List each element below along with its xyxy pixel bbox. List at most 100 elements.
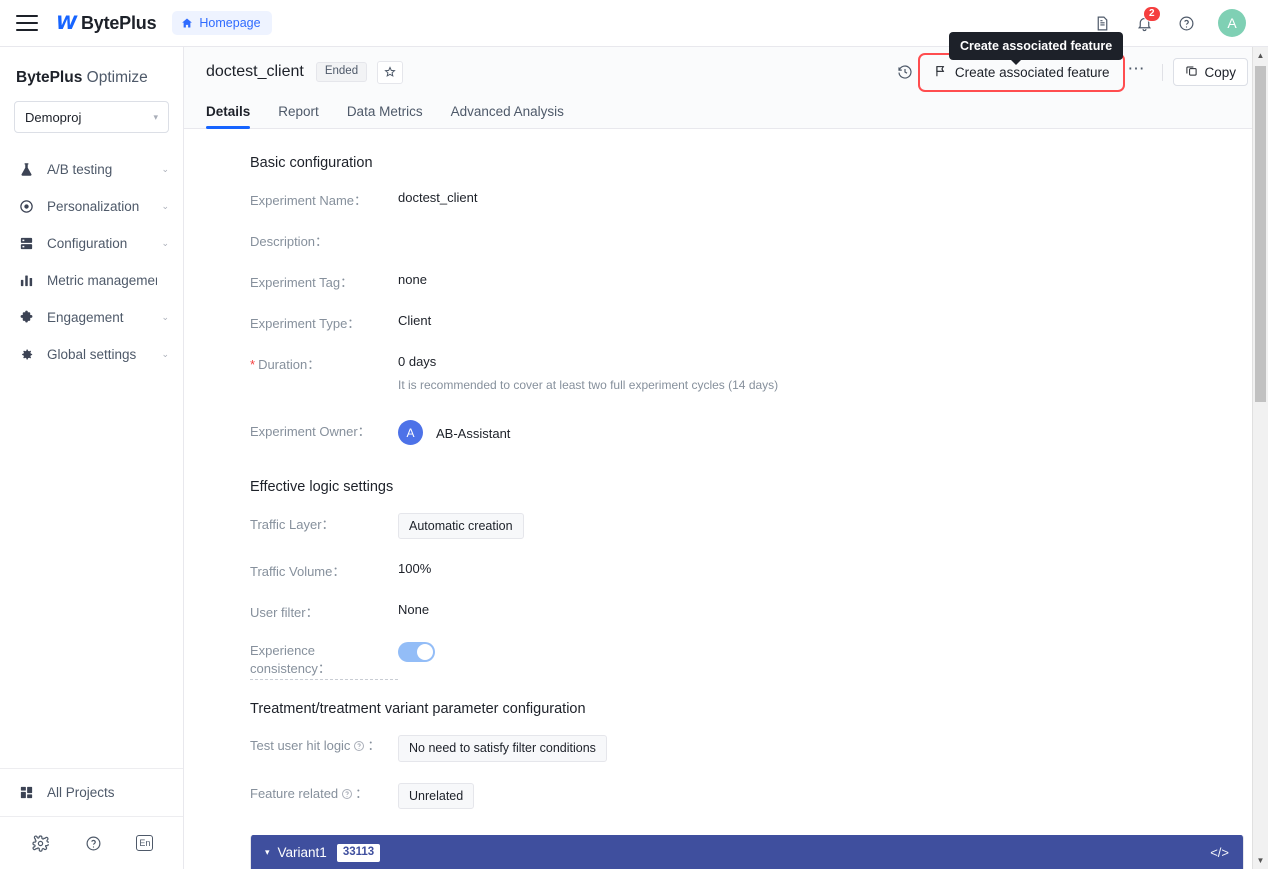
chevron-down-icon: ▾ [153, 111, 158, 122]
page-header-actions: Create associated feature ⋯ Copy [892, 52, 1248, 92]
tab-details[interactable]: Details [206, 104, 251, 129]
sidebar-tools: En [0, 816, 183, 869]
brand-name: BytePlus [80, 12, 157, 33]
details-panel: Basic configuration Experiment Name： doc… [184, 155, 1268, 869]
history-icon[interactable] [892, 59, 918, 85]
chevron-down-icon: ⌄ [161, 238, 169, 248]
all-projects-button[interactable]: All Projects [0, 768, 183, 816]
content-scroll-area: Basic configuration Experiment Name： doc… [184, 129, 1268, 869]
settings-gear-icon[interactable] [30, 832, 52, 854]
field-duration: Duration： 0 days It is recommended to co… [250, 353, 1244, 392]
duration-hint: It is recommended to cover at least two … [398, 378, 779, 392]
field-user-filter: User filter： None [250, 601, 1244, 621]
field-value: none [398, 272, 427, 287]
field-label: Experiment Name： [250, 193, 368, 208]
target-icon [18, 198, 35, 215]
field-value: 0 days [398, 354, 437, 369]
field-test-user-hit-logic: Test user hit logic ： No need to satisfy … [250, 735, 1244, 762]
code-brackets-icon[interactable]: </> [1210, 845, 1229, 860]
tab-advanced-analysis[interactable]: Advanced Analysis [451, 104, 564, 128]
field-traffic-layer: Traffic Layer： Automatic creation [250, 513, 1244, 540]
sidebar-item-label: Global settings [47, 347, 137, 362]
field-label: User filter： [250, 605, 319, 621]
star-icon[interactable] [377, 60, 404, 84]
bell-icon[interactable]: 2 [1134, 6, 1161, 33]
homepage-label: Homepage [199, 16, 261, 30]
gear-icon [18, 346, 35, 363]
field-label: Duration： [250, 353, 398, 373]
copy-icon [1185, 64, 1198, 80]
more-options-button[interactable]: ⋯ [1119, 60, 1152, 84]
experience-consistency-toggle[interactable] [398, 642, 435, 663]
brand-logo[interactable]: W BytePlus [56, 12, 157, 34]
sidebar-item-label: Engagement [47, 310, 124, 325]
field-label: Experiment Type： [250, 316, 361, 331]
help-icon[interactable] [1176, 13, 1196, 33]
scroll-down-arrow-icon[interactable]: ▼ [1253, 852, 1268, 869]
sidebar-product-title: BytePlus Optimize [0, 47, 183, 101]
grid-icon [18, 784, 35, 801]
field-experiment-type: Experiment Type： Client [250, 312, 1244, 332]
sidebar-item-label: A/B testing [47, 162, 113, 177]
field-label-cell: Test user hit logic ： [250, 735, 398, 755]
create-associated-feature-label: Create associated feature [954, 64, 1110, 80]
field-label: Traffic Layer： [250, 517, 335, 532]
sidebar-nav: A/B testing ⌄ Personalization ⌄ Configur… [0, 149, 183, 375]
project-selector-value: Demoproj [25, 109, 82, 125]
chevron-down-icon: ⌄ [161, 349, 169, 359]
copy-button[interactable]: Copy [1173, 58, 1248, 86]
question-circle-icon[interactable] [341, 788, 353, 800]
tab-report[interactable]: Report [278, 104, 319, 128]
user-avatar[interactable]: A [1218, 9, 1246, 37]
field-label: Feature related [250, 785, 339, 801]
chevron-down-icon: ⌄ [161, 312, 169, 322]
sidebar-item-global-settings[interactable]: Global settings ⌄ [0, 336, 183, 373]
owner-name: AB-Assistant [436, 425, 511, 441]
page-header: Create associated feature doctest_client… [184, 32, 1268, 129]
field-label-cell: Feature related ： [250, 783, 398, 803]
effective-logic-title: Effective logic settings [250, 479, 394, 495]
sidebar-title-light: Optimize [82, 69, 148, 86]
sidebar-item-ab-testing[interactable]: A/B testing ⌄ [0, 151, 183, 188]
field-label-suffix: ： [355, 785, 369, 801]
window-scrollbar-thumb[interactable] [1255, 66, 1266, 402]
divider [1162, 63, 1164, 81]
field-label: Test user hit logic [250, 738, 351, 754]
owner-avatar: A [398, 420, 423, 445]
all-projects-label: All Projects [47, 785, 115, 800]
notification-badge: 2 [1143, 6, 1161, 22]
brand-mark-icon: W [56, 12, 77, 34]
sidebar-item-label: Metric management [47, 273, 157, 288]
chevron-down-icon[interactable]: ▾ [265, 847, 270, 858]
sidebar-item-engagement[interactable]: Engagement ⌄ [0, 299, 183, 336]
sidebar-item-configuration[interactable]: Configuration ⌄ [0, 225, 183, 262]
sidebar-bottom: All Projects En [0, 768, 183, 869]
field-experiment-name: Experiment Name： doctest_client [250, 189, 1244, 209]
chevron-down-icon: ⌄ [161, 164, 169, 174]
window-scrollbar[interactable]: ▲ ▼ [1252, 47, 1268, 869]
sidebar-item-personalization[interactable]: Personalization ⌄ [0, 188, 183, 225]
app-root: W BytePlus Homepage 2 A BytePlus Optimiz… [0, 0, 1268, 869]
field-label: Experience consistency： [250, 642, 398, 681]
field-description: Description： [250, 230, 1244, 250]
field-feature-related: Feature related ： Unrelated [250, 782, 1244, 809]
help-circle-icon[interactable] [83, 832, 105, 854]
puzzle-icon [18, 309, 35, 326]
homepage-link[interactable]: Homepage [172, 11, 272, 35]
tab-bar: Details Report Data Metrics Advanced Ana… [206, 91, 1248, 129]
question-circle-icon[interactable] [353, 740, 365, 752]
page-title: doctest_client [206, 63, 304, 80]
field-label-suffix: ： [367, 738, 381, 754]
traffic-layer-value: Automatic creation [398, 513, 524, 540]
scroll-up-arrow-icon[interactable]: ▲ [1253, 47, 1268, 64]
project-selector[interactable]: Demoproj ▾ [14, 101, 169, 133]
tab-data-metrics[interactable]: Data Metrics [347, 104, 423, 128]
sidebar-item-label: Configuration [47, 236, 128, 251]
create-associated-feature-button[interactable]: Create associated feature [924, 59, 1120, 86]
copy-label: Copy [1204, 64, 1236, 80]
sidebar-item-metric-management[interactable]: Metric management [0, 262, 183, 299]
language-icon[interactable]: En [136, 835, 154, 851]
treatment-section-title: Treatment/treatment variant parameter co… [250, 701, 586, 718]
document-icon[interactable] [1092, 13, 1112, 33]
hamburger-icon[interactable] [16, 15, 38, 31]
